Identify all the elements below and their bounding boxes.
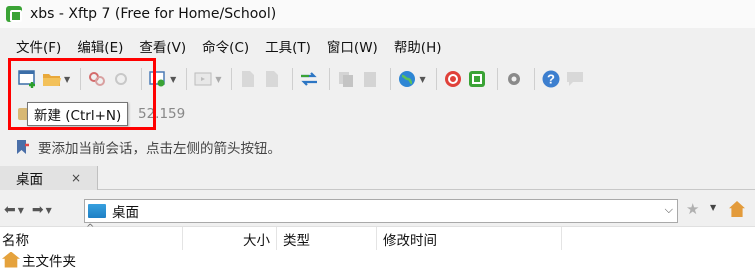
toolbar-divider bbox=[186, 68, 188, 90]
copy-icon bbox=[336, 69, 356, 89]
settings-button[interactable] bbox=[504, 66, 524, 92]
menu-view[interactable]: 查看(V) bbox=[131, 36, 194, 56]
toolbar-divider bbox=[435, 68, 437, 90]
chevron-down-icon[interactable]: ▼ bbox=[710, 203, 716, 212]
toolbar-divider bbox=[80, 68, 82, 90]
menu-window[interactable]: 窗口(W) bbox=[319, 36, 386, 56]
list-item-name: 主文件夹 bbox=[22, 253, 76, 269]
chevron-down-icon[interactable]: ▼ bbox=[64, 75, 70, 84]
transfer-button[interactable] bbox=[299, 66, 319, 92]
xftp-app-icon bbox=[6, 6, 22, 22]
toolbar-divider bbox=[390, 68, 392, 90]
copy-button[interactable] bbox=[336, 66, 356, 92]
chevron-down-icon[interactable]: ⌵ bbox=[665, 203, 673, 217]
menu-tools[interactable]: 工具(T) bbox=[257, 36, 319, 56]
globe-button[interactable]: ▼ bbox=[397, 66, 426, 92]
menu-help[interactable]: 帮助(H) bbox=[386, 36, 450, 56]
open-folder-icon bbox=[42, 69, 62, 89]
toolbar-divider bbox=[292, 68, 294, 90]
toolbar-divider bbox=[141, 68, 143, 90]
paste-icon bbox=[360, 69, 380, 89]
chat-icon bbox=[565, 69, 585, 89]
menu-bar: 文件(F) 编辑(E) 查看(V) 命令(C) 工具(T) 窗口(W) 帮助(H… bbox=[0, 34, 450, 58]
new-session-tooltip: 新建 (Ctrl+N) bbox=[27, 102, 129, 126]
xshell-icon bbox=[443, 69, 463, 89]
chevron-down-icon[interactable]: ▼ bbox=[419, 75, 425, 84]
menu-file[interactable]: 文件(F) bbox=[8, 36, 69, 56]
transfer-icon bbox=[299, 69, 319, 89]
sort-ascending-icon: ^ bbox=[86, 223, 95, 234]
gear-icon bbox=[504, 69, 524, 89]
home-icon[interactable] bbox=[729, 201, 745, 217]
tab-desktop[interactable]: 桌面 × bbox=[0, 166, 98, 190]
terminal-button[interactable]: ▼ bbox=[193, 66, 221, 92]
upload-button[interactable] bbox=[238, 66, 258, 92]
title-bar: xbs - Xftp 7 (Free for Home/School) bbox=[0, 0, 755, 28]
xftp-icon bbox=[467, 69, 487, 89]
chevron-down-icon[interactable]: ▼ bbox=[170, 75, 176, 84]
menu-command[interactable]: 命令(C) bbox=[194, 36, 257, 56]
toolbar-divider bbox=[329, 68, 331, 90]
bookmark-arrow-icon[interactable] bbox=[16, 139, 30, 155]
new-session-icon bbox=[18, 69, 38, 89]
svg-text:?: ? bbox=[547, 72, 555, 87]
close-icon[interactable]: × bbox=[71, 171, 81, 185]
xftp-button[interactable] bbox=[467, 66, 487, 92]
properties-button[interactable]: ▼ bbox=[148, 66, 176, 92]
path-value: 桌面 bbox=[112, 205, 139, 221]
reconnect-icon bbox=[111, 69, 131, 89]
open-folder-button[interactable]: ▼ bbox=[42, 66, 70, 92]
globe-icon bbox=[397, 69, 417, 89]
download-button[interactable] bbox=[262, 66, 282, 92]
toolbar-divider bbox=[231, 68, 233, 90]
menu-edit[interactable]: 编辑(E) bbox=[69, 36, 131, 56]
column-name[interactable]: ^ 名称 bbox=[0, 223, 183, 251]
paste-button[interactable] bbox=[360, 66, 380, 92]
chevron-down-icon[interactable]: ▼ bbox=[18, 206, 24, 215]
file-list: 主文件夹 bbox=[0, 250, 755, 269]
file-download-icon bbox=[262, 69, 282, 89]
new-session-button[interactable] bbox=[18, 66, 38, 92]
window-title: xbs - Xftp 7 (Free for Home/School) bbox=[30, 6, 277, 22]
navigation-bar: ⬅ ▼ ➡ ▼ 桌面 ⌵ ★ ▼ bbox=[0, 196, 755, 224]
column-size[interactable]: 大小 bbox=[183, 227, 277, 251]
terminal-icon bbox=[193, 69, 213, 89]
home-folder-icon bbox=[2, 251, 20, 268]
chat-button[interactable] bbox=[565, 66, 585, 92]
column-modified[interactable]: 修改时间 bbox=[377, 227, 562, 251]
properties-icon bbox=[148, 69, 168, 89]
folder-icon bbox=[88, 204, 106, 218]
help-button[interactable]: ? bbox=[541, 66, 561, 92]
back-icon[interactable]: ⬅ bbox=[4, 202, 16, 218]
hint-text: 要添加当前会话，点击左侧的箭头按钮。 bbox=[38, 141, 281, 157]
session-hint: 要添加当前会话，点击左侧的箭头按钮。 bbox=[0, 134, 755, 160]
tab-strip: 桌面 × bbox=[0, 166, 755, 190]
disconnect-button[interactable] bbox=[87, 66, 107, 92]
help-icon: ? bbox=[541, 69, 561, 89]
path-input[interactable]: 桌面 ⌵ bbox=[84, 199, 678, 223]
star-icon[interactable]: ★ bbox=[686, 200, 699, 218]
xshell-button[interactable] bbox=[443, 66, 463, 92]
file-list-header: ^ 名称 大小 类型 修改时间 bbox=[0, 223, 755, 251]
toolbar: ▼ ▼ ▼ ▼ ? bbox=[0, 62, 755, 96]
list-item[interactable]: 主文件夹 bbox=[0, 250, 755, 269]
tab-label: 桌面 bbox=[16, 172, 43, 188]
chevron-down-icon[interactable]: ▼ bbox=[215, 75, 221, 84]
session-address: 52.159 bbox=[138, 106, 186, 122]
forward-icon[interactable]: ➡ bbox=[32, 202, 44, 218]
toolbar-divider bbox=[533, 68, 535, 90]
chevron-down-icon[interactable]: ▼ bbox=[46, 206, 52, 215]
toolbar-divider bbox=[496, 68, 498, 90]
disconnect-icon bbox=[87, 69, 107, 89]
column-name-label: 名称 bbox=[2, 233, 29, 249]
column-type[interactable]: 类型 bbox=[277, 227, 377, 251]
file-upload-icon bbox=[238, 69, 258, 89]
reconnect-button[interactable] bbox=[111, 66, 131, 92]
